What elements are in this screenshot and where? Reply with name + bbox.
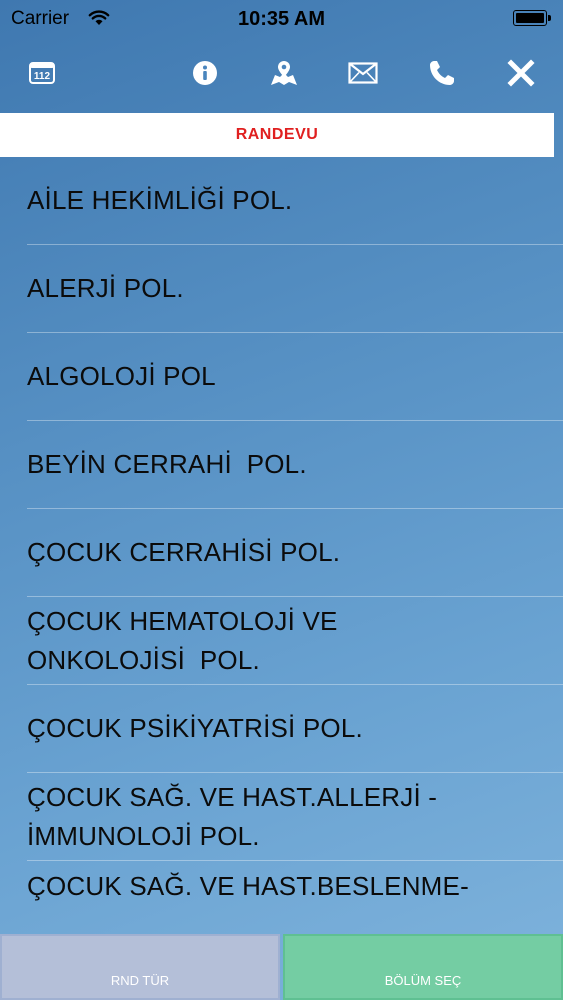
status-bar: Carrier 10:35 AM [0,0,563,38]
bottom-bar: RND TÜR BÖLÜM SEÇ [0,934,563,1000]
emergency-112-label: 112 [34,71,51,82]
department-list: AİLE HEKİMLİĞİ POL. ALERJİ POL. ALGOLOJİ… [0,157,563,934]
page-header: RANDEVU [0,113,554,157]
phone-icon[interactable] [425,56,459,90]
status-time: 10:35 AM [237,8,326,30]
mail-icon[interactable] [346,56,380,90]
info-icon[interactable] [188,56,222,90]
list-item[interactable]: ÇOCUK SAĞ. VE HAST.ALLERJİ - İMMUNOLOJİ … [27,773,563,861]
emergency-112-icon[interactable]: 112 [25,56,59,90]
list-item[interactable]: ALERJİ POL. [27,245,563,333]
list-item[interactable]: AİLE HEKİMLİĞİ POL. [27,157,563,245]
list-item[interactable]: ÇOCUK SAĞ. VE HAST.BESLENME- [27,861,563,934]
list-item[interactable]: ÇOCUK CERRAHİSİ POL. [27,509,563,597]
appointment-type-button[interactable]: RND TÜR [0,934,280,1000]
page-title: RANDEVU [235,126,319,143]
list-item[interactable]: ÇOCUK PSİKİYATRİSİ POL. [27,685,563,773]
map-icon[interactable] [267,56,301,90]
battery-icon [513,10,551,26]
list-item[interactable]: ÇOCUK HEMATOLOJİ VE ONKOLOJİSİ POL. [27,597,563,685]
list-item[interactable]: BEYİN CERRAHİ POL. [27,421,563,509]
list-item[interactable]: ALGOLOJİ POL [27,333,563,421]
close-icon[interactable] [504,56,538,90]
select-department-button[interactable]: BÖLÜM SEÇ [283,934,563,1000]
toolbar: 112 [0,44,563,102]
